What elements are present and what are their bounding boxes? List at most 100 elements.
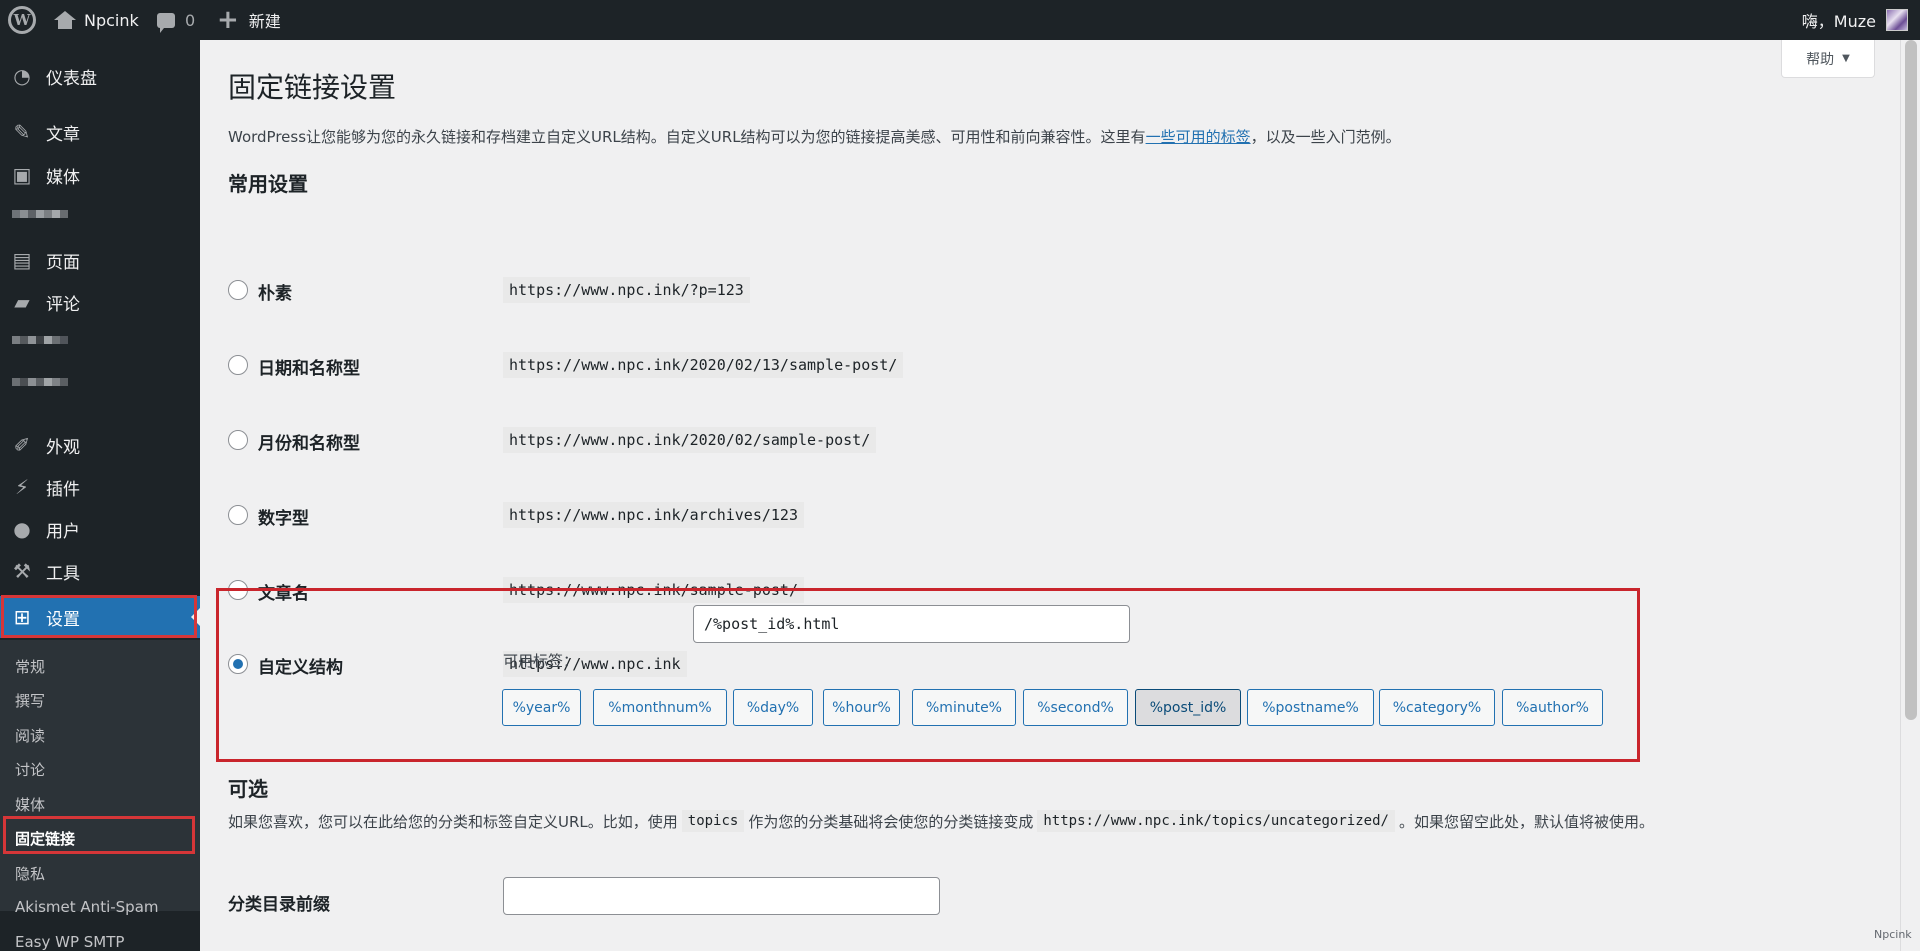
permalink-option-custom[interactable]: 自定义结构 https://www.npc.ink bbox=[228, 644, 1678, 684]
tag-button-day[interactable]: %day% bbox=[733, 689, 813, 726]
tag-button-category[interactable]: %category% bbox=[1379, 689, 1495, 726]
intro-text-part: WordPress让您能够为您的永久链接和存档建立自定义URL结构。自定义URL… bbox=[228, 128, 1146, 146]
submenu-item-discussion[interactable]: 讨论 bbox=[15, 757, 45, 781]
option-example-url: https://www.npc.ink/?p=123 bbox=[503, 277, 750, 303]
custom-structure-input[interactable]: /%post_id%.html bbox=[693, 605, 1130, 643]
caret-down-icon: ▼ bbox=[1842, 53, 1850, 64]
home-icon bbox=[54, 11, 76, 29]
tag-button-minute[interactable]: %minute% bbox=[912, 689, 1016, 726]
media-icon: ▣ bbox=[12, 163, 32, 187]
submenu-item-akismet[interactable]: Akismet Anti-Spam bbox=[15, 895, 159, 919]
main-content: 帮助 ▼ 固定链接设置 WordPress让您能够为您的永久链接和存档建立自定义… bbox=[200, 40, 1900, 951]
sidebar-item-label: 设置 bbox=[46, 609, 80, 630]
option-label: 自定义结构 bbox=[258, 658, 343, 678]
sidebar-item-label: 仪表盘 bbox=[46, 68, 97, 89]
page-scrollbar[interactable] bbox=[1900, 40, 1920, 951]
sidebar-item-tools[interactable]: ⚒ 工具 bbox=[0, 554, 200, 588]
sidebar-item-posts[interactable]: ✎ 文章 bbox=[0, 115, 200, 149]
tag-button-year[interactable]: %year% bbox=[502, 689, 581, 726]
permalink-option-month-name[interactable]: 月份和名称型 https://www.npc.ink/2020/02/sampl… bbox=[228, 420, 1678, 460]
radio-plain[interactable] bbox=[228, 280, 248, 300]
permalink-option-day-name[interactable]: 日期和名称型 https://www.npc.ink/2020/02/13/sa… bbox=[228, 345, 1678, 385]
optional-heading: 可选 bbox=[228, 777, 268, 801]
watermark-text: Npcink bbox=[1874, 928, 1912, 941]
wordpress-logo-icon[interactable]: W bbox=[8, 6, 36, 34]
option-label: 朴素 bbox=[258, 284, 292, 304]
sidebar-item-label: 评论 bbox=[46, 294, 80, 315]
sidebar-item-dashboard[interactable]: ◔ 仪表盘 bbox=[0, 59, 200, 93]
sidebar-item-label: 媒体 bbox=[46, 167, 80, 188]
settings-icon: ⊞ bbox=[13, 605, 31, 629]
sidebar-item-plugins[interactable]: ⚡ 插件 bbox=[0, 470, 200, 504]
submenu-item-media[interactable]: 媒体 bbox=[15, 792, 45, 816]
scrollbar-thumb[interactable] bbox=[1905, 40, 1917, 720]
sidebar-item-label: 文章 bbox=[46, 124, 80, 145]
plus-icon: + bbox=[217, 5, 239, 35]
sidebar-item-media[interactable]: ▣ 媒体 bbox=[0, 158, 200, 192]
radio-numeric[interactable] bbox=[228, 505, 248, 525]
pixelated-menu-item[interactable] bbox=[12, 210, 68, 218]
option-example-url: https://www.npc.ink/archives/123 bbox=[503, 502, 804, 528]
option-label: 月份和名称型 bbox=[258, 434, 360, 454]
submenu-item-easy-wp-smtp[interactable]: Easy WP SMTP bbox=[15, 930, 124, 951]
available-tags-link[interactable]: 一些可用的标签 bbox=[1146, 128, 1251, 146]
comment-bubble-icon bbox=[157, 12, 175, 33]
tag-button-post-id[interactable]: %post_id% bbox=[1135, 689, 1241, 726]
category-base-input[interactable] bbox=[503, 877, 940, 915]
permalink-option-plain[interactable]: 朴素 https://www.npc.ink/?p=123 bbox=[228, 270, 1678, 310]
sidebar-item-settings[interactable]: ⊞ 设置 bbox=[0, 596, 200, 638]
site-name-link[interactable]: Npcink bbox=[54, 0, 139, 40]
current-menu-arrow bbox=[191, 608, 200, 626]
available-tags-label: 可用标签： bbox=[503, 652, 579, 670]
sidebar-item-label: 外观 bbox=[46, 437, 80, 458]
submenu-item-privacy[interactable]: 隐私 bbox=[15, 861, 45, 885]
sidebar-item-label: 用户 bbox=[46, 521, 80, 542]
common-settings-heading: 常用设置 bbox=[228, 172, 308, 196]
user-icon: ● bbox=[13, 517, 31, 541]
optional-text-part: 。如果您留空此处，默认值将被使用。 bbox=[1398, 812, 1654, 831]
admin-sidebar: ◔ 仪表盘 ✎ 文章 ▣ 媒体 ▤ 页面 ▰ 评论 ✐ 外观 ⚡ 插件 ● 用户… bbox=[0, 40, 200, 951]
tag-button-hour[interactable]: %hour% bbox=[823, 689, 900, 726]
comment-icon: ▰ bbox=[14, 290, 30, 314]
submenu-item-general[interactable]: 常规 bbox=[15, 654, 45, 678]
sidebar-item-appearance[interactable]: ✐ 外观 bbox=[0, 428, 200, 462]
option-example-url: https://www.npc.ink/2020/02/13/sample-po… bbox=[503, 352, 904, 378]
my-account-link[interactable]: 嗨，Muze bbox=[1802, 0, 1908, 40]
sidebar-item-comments[interactable]: ▰ 评论 bbox=[0, 285, 200, 319]
permalink-option-numeric[interactable]: 数字型 https://www.npc.ink/archives/123 bbox=[228, 495, 1678, 535]
sidebar-item-pages[interactable]: ▤ 页面 bbox=[0, 243, 200, 277]
sidebar-item-users[interactable]: ● 用户 bbox=[0, 512, 200, 546]
help-tab-button[interactable]: 帮助 ▼ bbox=[1781, 40, 1875, 78]
sidebar-item-label: 页面 bbox=[46, 252, 80, 273]
sidebar-item-label: 工具 bbox=[46, 563, 80, 584]
tag-button-second[interactable]: %second% bbox=[1023, 689, 1128, 726]
radio-day-name[interactable] bbox=[228, 355, 248, 375]
new-content-link[interactable]: + 新建 bbox=[217, 0, 281, 40]
site-name: Npcink bbox=[84, 10, 139, 30]
intro-text-part: ，以及一些入门范例。 bbox=[1250, 128, 1401, 146]
tag-button-postname[interactable]: %postname% bbox=[1247, 689, 1374, 726]
plugin-icon: ⚡ bbox=[14, 475, 30, 499]
comments-link[interactable]: 0 bbox=[157, 0, 195, 40]
pixelated-menu-item[interactable] bbox=[12, 378, 68, 386]
option-label: 日期和名称型 bbox=[258, 359, 360, 379]
optional-text-part: 如果您喜欢，您可以在此给您的分类和标签自定义URL。比如，使用 bbox=[228, 812, 678, 831]
brush-icon: ✐ bbox=[13, 433, 31, 457]
page-title: 固定链接设置 bbox=[228, 71, 397, 104]
option-example-url: https://www.npc.ink/2020/02/sample-post/ bbox=[503, 427, 877, 453]
help-label: 帮助 bbox=[1806, 51, 1835, 68]
option-label: 数字型 bbox=[258, 509, 309, 529]
admin-bar: W Npcink 0 + 新建 嗨，Muze bbox=[0, 0, 1920, 40]
tag-button-monthnum[interactable]: %monthnum% bbox=[593, 689, 727, 726]
submenu-item-writing[interactable]: 撰写 bbox=[15, 688, 45, 712]
optional-code-topics: topics bbox=[681, 810, 745, 832]
submenu-item-reading[interactable]: 阅读 bbox=[15, 723, 45, 747]
radio-month-name[interactable] bbox=[228, 430, 248, 450]
tag-button-author[interactable]: %author% bbox=[1502, 689, 1603, 726]
pixelated-menu-item[interactable] bbox=[12, 336, 68, 344]
avatar bbox=[1886, 9, 1908, 31]
radio-custom[interactable] bbox=[228, 654, 248, 674]
optional-text-part: 作为您的分类基础将会使您的分类链接变成 bbox=[748, 812, 1034, 831]
settings-submenu: 常规 撰写 阅读 讨论 媒体 固定链接 隐私 Akismet Anti-Spam… bbox=[0, 640, 200, 951]
comment-count: 0 bbox=[185, 10, 196, 30]
